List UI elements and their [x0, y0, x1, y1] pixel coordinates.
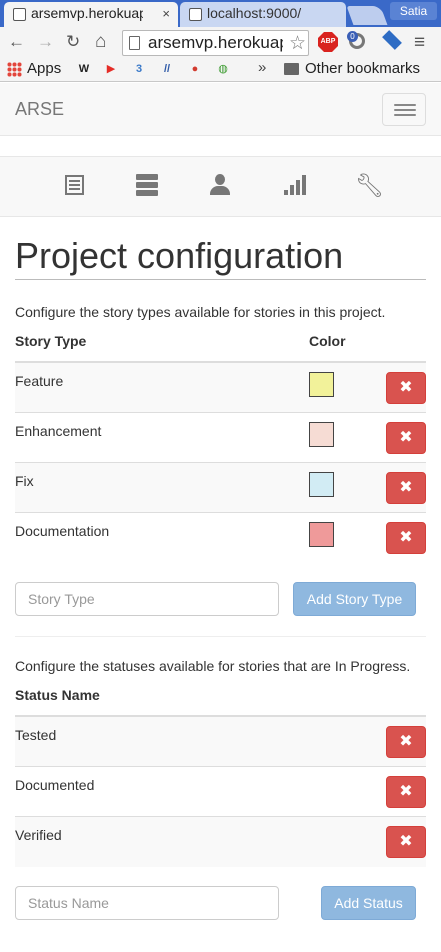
reload-icon[interactable]: ↻	[66, 33, 80, 51]
add-story-type-button[interactable]: Add Story Type	[293, 582, 416, 616]
delete-button[interactable]: ✖	[386, 726, 426, 758]
delete-button[interactable]: ✖	[386, 522, 426, 554]
page-favicon-icon	[189, 8, 202, 21]
other-bookmarks[interactable]: Other bookmarks	[305, 60, 420, 77]
story-type-name: Fix	[15, 473, 34, 489]
tab-title: arsemvp.herokuapp.com	[31, 5, 143, 21]
app-navbar: ARSE	[0, 83, 441, 136]
new-tab-button[interactable]	[346, 6, 388, 25]
delete-button[interactable]: ✖	[386, 422, 426, 454]
hamburger-bar	[394, 104, 416, 106]
delete-button[interactable]: ✖	[386, 776, 426, 808]
hamburger-bar	[394, 109, 416, 111]
color-swatch[interactable]	[309, 472, 334, 497]
status-name-header: Status Name	[15, 687, 100, 703]
status-name: Verified	[15, 827, 62, 843]
server-icon[interactable]	[135, 173, 159, 197]
extension-badge: 0	[347, 31, 358, 42]
bookmark-red-circle-icon[interactable]: ●	[188, 62, 202, 76]
bookmark-wikipedia-icon[interactable]: W	[77, 62, 91, 76]
table-row: Fix ✖	[15, 463, 426, 513]
back-icon[interactable]: ←	[8, 33, 25, 51]
page-title: Project configuration	[15, 235, 426, 280]
table-row: Enhancement ✖	[15, 413, 426, 463]
bookmark-link-icon[interactable]: //	[160, 62, 174, 76]
delete-button[interactable]: ✖	[386, 372, 426, 404]
apps-icon[interactable]	[7, 62, 22, 77]
color-swatch[interactable]	[309, 522, 334, 547]
story-type-name: Enhancement	[15, 423, 102, 439]
delete-button[interactable]: ✖	[386, 826, 426, 858]
page-favicon-icon	[13, 8, 26, 21]
delete-button[interactable]: ✖	[386, 472, 426, 504]
story-types-description: Configure the story types available for …	[15, 304, 386, 320]
bookmarks-bar: Apps W ▶ 3 // ● ◍ » Other bookmarks	[0, 58, 441, 82]
story-type-name: Feature	[15, 373, 64, 389]
add-status-button[interactable]: Add Status	[321, 886, 416, 920]
bookmark-youtube-icon[interactable]: ▶	[104, 62, 118, 76]
table-row: Tested ✖	[15, 717, 426, 767]
forward-icon[interactable]: →	[37, 33, 54, 51]
hamburger-bar	[394, 114, 416, 116]
color-swatch[interactable]	[309, 422, 334, 447]
table-row: Documentation ✖	[15, 513, 426, 563]
bookmark-star-icon[interactable]: ☆	[289, 32, 306, 55]
story-type-name: Documentation	[15, 523, 110, 539]
story-type-header: Story Type	[15, 333, 87, 349]
profile-button[interactable]: Satia	[390, 2, 437, 20]
adblock-icon[interactable]: ABP	[318, 32, 338, 52]
bookmarks-overflow-icon[interactable]: »	[258, 59, 266, 76]
apps-label[interactable]: Apps	[27, 60, 61, 77]
user-icon[interactable]	[208, 173, 232, 197]
wrench-icon[interactable]: 🔧︎	[355, 173, 384, 197]
status-name-input[interactable]	[15, 886, 279, 920]
status-name: Tested	[15, 727, 57, 743]
signal-icon[interactable]	[283, 173, 307, 197]
status-name: Documented	[15, 777, 95, 793]
menu-toggle-button[interactable]	[382, 93, 426, 126]
statuses-description: Configure the statuses available for sto…	[15, 658, 411, 674]
page-icon	[129, 36, 140, 50]
section-divider	[15, 636, 426, 637]
extension-icon[interactable]	[382, 30, 402, 50]
story-type-input[interactable]	[15, 582, 279, 616]
table-row: Documented ✖	[15, 767, 426, 817]
folder-icon	[284, 63, 299, 75]
browser-tab-active[interactable]: arsemvp.herokuapp.com ×	[4, 2, 178, 27]
tab-title: localhost:9000/	[207, 5, 302, 21]
bookmark-3-icon[interactable]: 3	[132, 62, 146, 76]
address-url[interactable]: arsemvp.herokuapp.com	[148, 33, 283, 53]
home-icon[interactable]: ⌂	[95, 32, 106, 51]
browser-menu-icon[interactable]: ≡	[414, 32, 425, 54]
brand-logo[interactable]: ARSE	[15, 99, 64, 120]
browser-tab-inactive[interactable]: localhost:9000/	[180, 2, 346, 27]
color-swatch[interactable]	[309, 372, 334, 397]
browser-toolbar: ← → ↻ ⌂ arsemvp.herokuapp.com ☆ ABP 0 ≡	[0, 27, 441, 58]
tab-close-icon[interactable]: ×	[162, 6, 170, 21]
table-row: Feature ✖	[15, 363, 426, 413]
bookmark-green-circle-icon[interactable]: ◍	[216, 62, 230, 76]
address-bar[interactable]: arsemvp.herokuapp.com ☆	[122, 30, 309, 56]
color-header: Color	[309, 333, 346, 349]
browser-tab-strip: arsemvp.herokuapp.com × localhost:9000/ …	[0, 0, 441, 27]
table-row: Verified ✖	[15, 817, 426, 867]
list-icon[interactable]	[63, 173, 87, 197]
section-nav: 🔧︎	[0, 156, 441, 217]
